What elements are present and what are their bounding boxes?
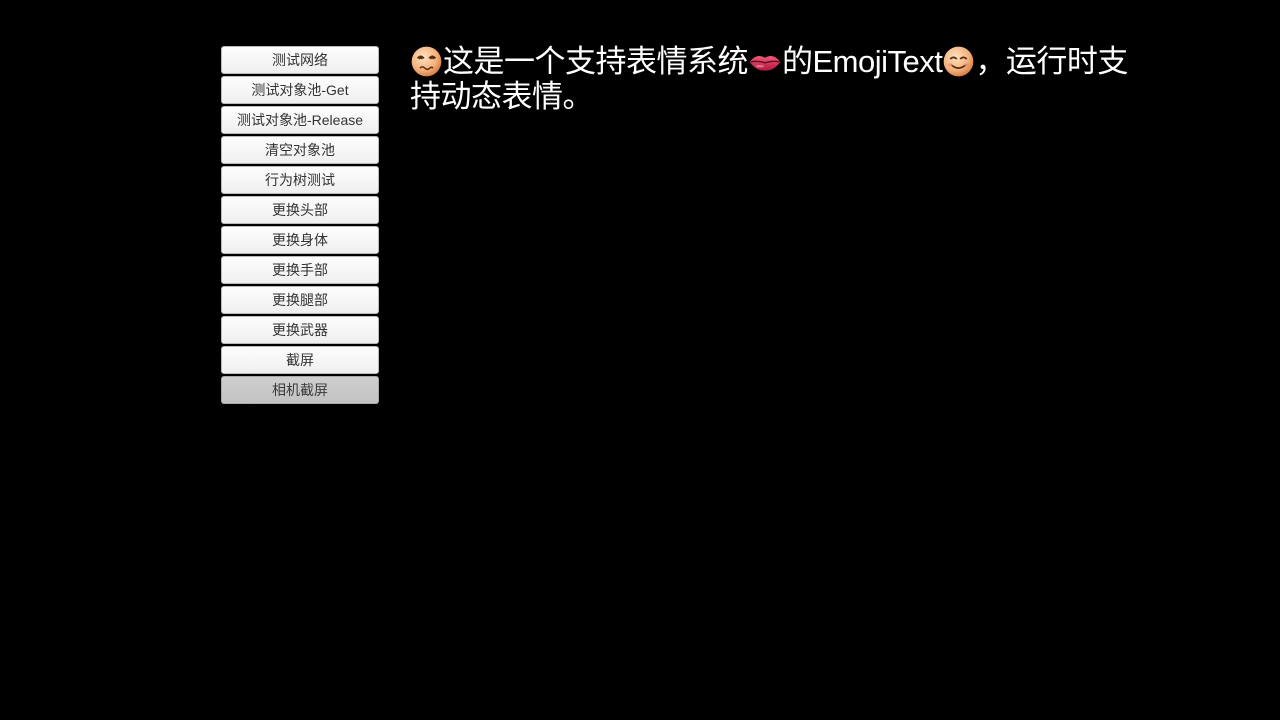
app-screen: 测试网络 测试对象池-Get 测试对象池-Release 清空对象池 行为树测试… [0,0,1280,720]
test-pool-get-button[interactable]: 测试对象池-Get [221,76,379,104]
change-head-button[interactable]: 更换头部 [221,196,379,224]
change-body-button[interactable]: 更换身体 [221,226,379,254]
dizzy-face-icon [410,45,443,78]
test-network-button[interactable]: 测试网络 [221,46,379,74]
lips-icon [748,50,782,74]
behavior-tree-test-button[interactable]: 行为树测试 [221,166,379,194]
button-panel: 测试网络 测试对象池-Get 测试对象池-Release 清空对象池 行为树测试… [221,46,379,406]
emoji-text-segment: 这是一个支持表情系统 [443,44,749,79]
smiling-face-icon [942,45,975,78]
test-pool-release-button[interactable]: 测试对象池-Release [221,106,379,134]
screenshot-button[interactable]: 截屏 [221,346,379,374]
change-legs-button[interactable]: 更换腿部 [221,286,379,314]
emoji-text-label: 这是一个支持表情系统 的EmojiText ，运行时支持动态表情。 [410,44,1130,114]
emoji-text-segment: 的EmojiText [782,44,943,79]
clear-pool-button[interactable]: 清空对象池 [221,136,379,164]
camera-screenshot-button[interactable]: 相机截屏 [221,376,379,404]
change-weapon-button[interactable]: 更换武器 [221,316,379,344]
change-hands-button[interactable]: 更换手部 [221,256,379,284]
